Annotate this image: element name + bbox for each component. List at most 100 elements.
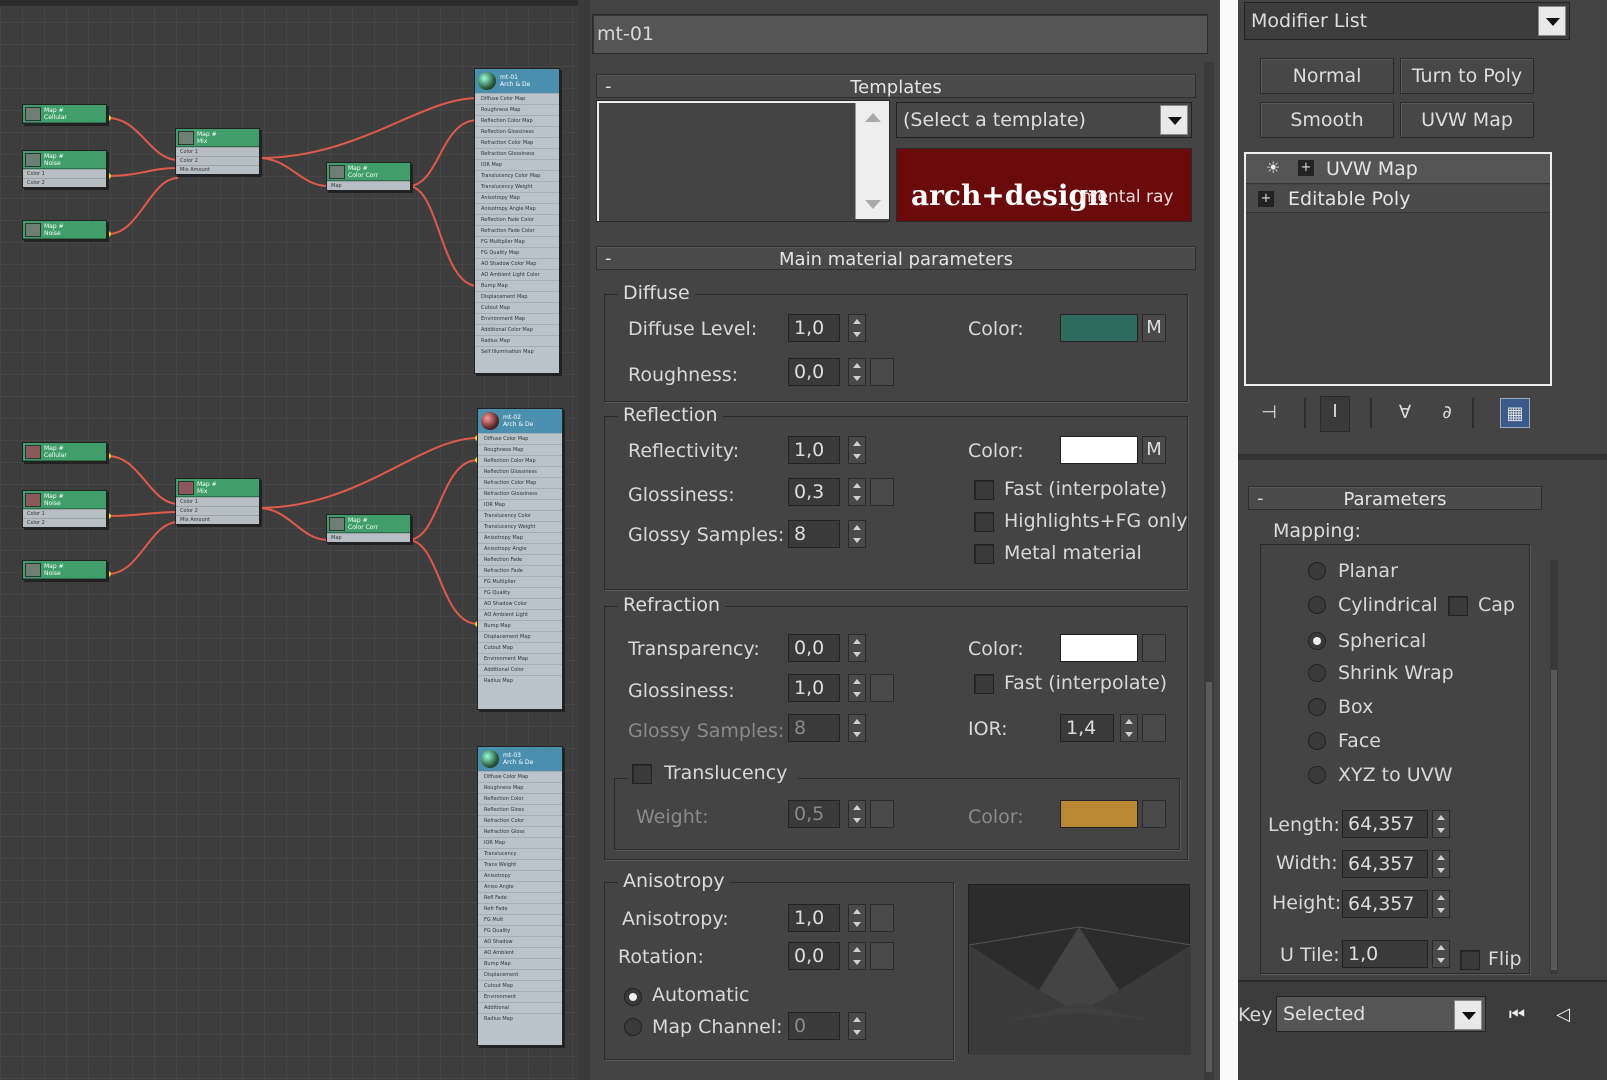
make-unique-icon[interactable]: ∀ [1390,398,1420,428]
height-input[interactable]: 64,357 [1342,890,1428,918]
rotation-input[interactable]: 0,0 [788,942,840,970]
expand-icon[interactable]: + [1258,191,1274,207]
reflection-color-map-button[interactable]: M [1142,436,1166,464]
reflectivity-input[interactable]: 1,0 [788,436,840,464]
mapping-cylindrical-radio[interactable] [1308,596,1326,614]
material-node-2[interactable]: mt-02 Arch & De Diffuse Color Map Roughnes… [477,408,563,710]
highlights-fg-checkbox[interactable] [974,512,994,532]
mix-node-2[interactable]: Map # Mix Color 1 Color 2 Mix Amount [175,478,260,525]
map-channel-input[interactable]: 0 [788,1012,840,1040]
refraction-color-map-button[interactable] [1142,634,1166,662]
map-node-2[interactable]: Map # Noise Color 1 Color 2 [22,150,107,188]
reflection-color-swatch[interactable] [1060,436,1138,464]
diffuse-level-spinner[interactable] [848,314,866,342]
translucency-weight-spinner[interactable] [848,800,866,828]
template-select[interactable]: (Select a template) [896,102,1192,138]
output-node-2[interactable]: Map # Color Corr Map [326,514,411,543]
map-node-4[interactable]: Map # Cellular [22,442,107,462]
flip-checkbox[interactable] [1460,950,1480,970]
refraction-samples-input[interactable]: 8 [788,714,840,742]
rotation-spinner[interactable] [848,942,866,970]
parameters-rollout-header[interactable]: - Parameters [1248,486,1542,510]
scroll-up-icon[interactable] [865,113,881,122]
modifier-list-dropdown[interactable]: Modifier List [1244,2,1570,40]
material-name-field[interactable]: mt-01 [592,14,1208,54]
reflection-glossiness-map-button[interactable] [870,478,894,506]
diffuse-color-map-button[interactable]: M [1142,314,1166,342]
mapping-shrink-wrap-radio[interactable] [1308,664,1326,682]
length-input[interactable]: 64,357 [1342,810,1428,838]
mapping-xyz-radio[interactable] [1308,766,1326,784]
refraction-glossiness-input[interactable]: 1,0 [788,674,840,702]
rotation-map-button[interactable] [870,942,894,970]
automatic-radio[interactable] [624,988,642,1006]
reflection-glossiness-input[interactable]: 0,3 [788,478,840,506]
modifier-list-dropdown-icon[interactable] [1538,6,1566,36]
templates-rollout-header[interactable]: - Templates [596,74,1196,98]
reflectivity-spinner[interactable] [848,436,866,464]
transparency-spinner[interactable] [848,634,866,662]
template-list-scrollbar[interactable] [855,103,889,219]
translucency-color-map-button[interactable] [1142,800,1166,828]
map-channel-spinner[interactable] [848,1012,866,1040]
scroll-down-icon[interactable] [865,200,881,209]
translucency-color-swatch[interactable] [1060,800,1138,828]
diffuse-level-input[interactable]: 1,0 [788,314,840,342]
refraction-fast-checkbox[interactable] [974,674,994,694]
uvw-map-button[interactable]: UVW Map [1400,102,1534,138]
material-node-1[interactable]: mt-01 Arch & De Diffuse Color Map Roughnes… [474,68,560,374]
height-spinner[interactable] [1432,890,1450,918]
template-dropdown-icon[interactable] [1160,105,1188,135]
ior-spinner[interactable] [1120,714,1138,742]
modifier-stack[interactable]: ☀ + UVW Map + Editable Poly [1244,152,1552,386]
mix-node-1[interactable]: Map # Mix Color 1 Color 2 Mix Amount [175,128,260,175]
translucency-checkbox[interactable] [632,764,652,784]
reflection-fast-checkbox[interactable] [974,480,994,500]
transparency-input[interactable]: 0,0 [788,634,840,662]
refraction-glossiness-spinner[interactable] [848,674,866,702]
stack-item-uvw-map[interactable]: ☀ + UVW Map [1246,154,1550,184]
show-end-result-icon[interactable]: I [1320,396,1350,432]
map-node-1[interactable]: Map # Cellular [22,104,107,124]
mapping-planar-radio[interactable] [1308,562,1326,580]
slate-node-view[interactable]: Map # Cellular Map # Noise Color 1 Color 2 M… [0,0,578,1080]
expand-icon[interactable]: + [1298,160,1314,176]
reflection-samples-input[interactable]: 8 [788,520,840,548]
map-channel-radio[interactable] [624,1018,642,1036]
panel-scrollbar-thumb[interactable] [1551,670,1557,970]
ior-map-button[interactable] [1142,714,1166,742]
remove-modifier-icon[interactable]: ∂ [1432,398,1462,428]
map-node-3[interactable]: Map # Noise [22,220,107,240]
key-filter-dropdown-icon[interactable] [1454,1000,1482,1030]
mapping-face-radio[interactable] [1308,732,1326,750]
reflection-samples-spinner[interactable] [848,520,866,548]
anisotropy-input[interactable]: 1,0 [788,904,840,932]
diffuse-color-swatch[interactable] [1060,314,1138,342]
cap-checkbox[interactable] [1448,596,1468,616]
panel-scrollbar[interactable] [1550,560,1558,974]
material-node-3[interactable]: mt-03 Arch & De Diffuse Color Map Roughnes… [477,746,563,1046]
map-node-5[interactable]: Map # Noise Color 1 Color 2 [22,490,107,528]
u-tile-input[interactable]: 1,0 [1342,940,1428,968]
roughness-map-button[interactable] [870,358,894,386]
roughness-spinner[interactable] [848,358,866,386]
translucency-weight-map-button[interactable] [870,800,894,828]
previous-frame-icon[interactable]: ◁ [1548,1000,1578,1030]
u-tile-spinner[interactable] [1432,940,1450,968]
pin-stack-icon[interactable]: ⊣ [1254,398,1284,428]
editor-scrollbar[interactable] [1204,62,1214,1080]
reflection-glossiness-spinner[interactable] [848,478,866,506]
turn-to-poly-button[interactable]: Turn to Poly [1400,58,1534,94]
anisotropy-map-button[interactable] [870,904,894,932]
normal-button[interactable]: Normal [1260,58,1394,94]
map-node-6[interactable]: Map # Noise [22,560,107,580]
smooth-button[interactable]: Smooth [1260,102,1394,138]
mapping-box-radio[interactable] [1308,698,1326,716]
roughness-input[interactable]: 0,0 [788,358,840,386]
go-to-start-icon[interactable]: ⏮ [1502,1000,1532,1030]
light-bulb-icon[interactable]: ☀ [1266,158,1280,177]
ior-input[interactable]: 1,4 [1060,714,1114,742]
translucency-weight-input[interactable]: 0,5 [788,800,840,828]
stack-item-editable-poly[interactable]: + Editable Poly [1246,185,1550,213]
width-spinner[interactable] [1432,850,1450,878]
